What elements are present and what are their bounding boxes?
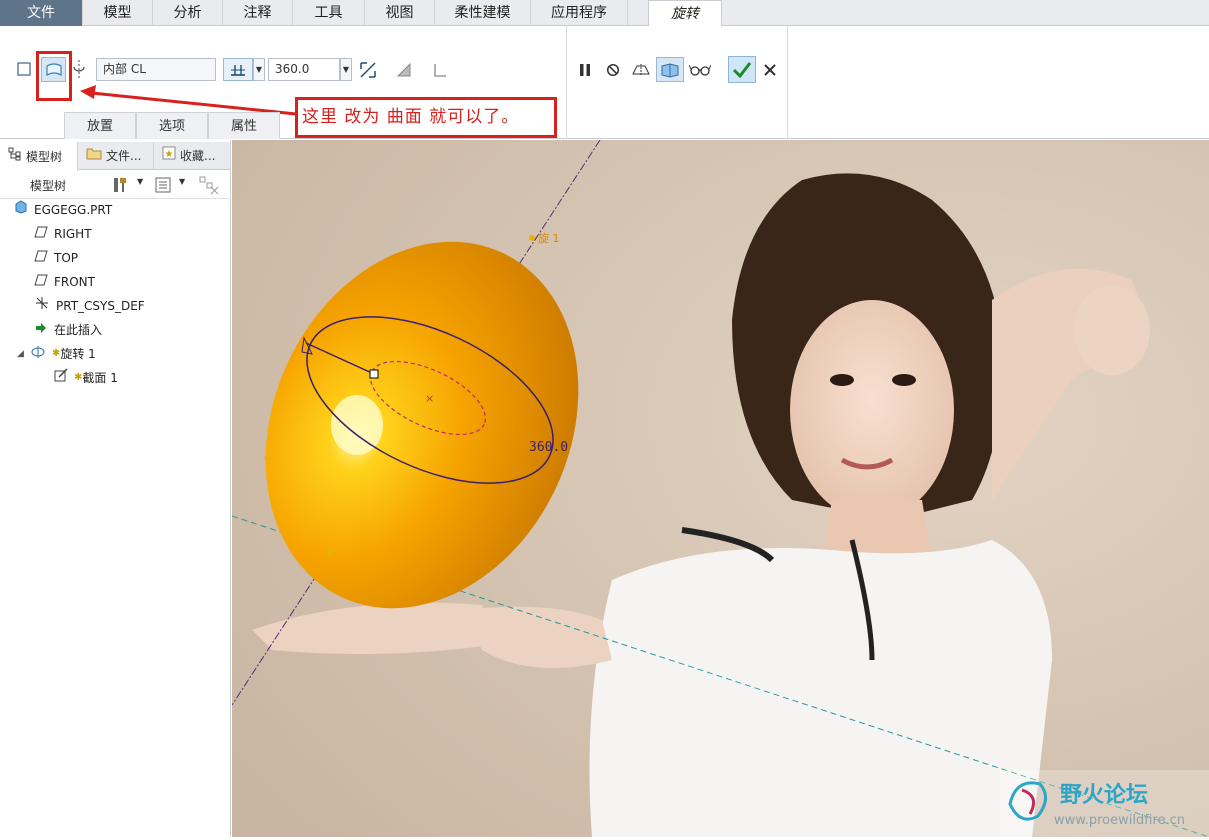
subtab-options[interactable]: 选项: [136, 112, 208, 139]
tree-root-part[interactable]: EGGEGG.PRT: [14, 199, 112, 221]
datum-plane-icon: [34, 247, 48, 269]
watermark-logo: 野火论坛 www.proewildfire.cn: [1000, 770, 1209, 837]
tree-item-label: TOP: [54, 251, 79, 265]
coordinate-system-icon: [34, 295, 50, 318]
no-preview-icon[interactable]: [604, 61, 622, 79]
tree-show-dropdown-arrow[interactable]: ▼: [179, 177, 185, 186]
axis-collector-field[interactable]: 内部 CL: [96, 58, 216, 81]
tree-item-right-plane[interactable]: RIGHT: [34, 223, 92, 245]
tree-item-label: 截面 1: [82, 371, 118, 385]
tab-favorites-label: 收藏...: [180, 149, 216, 163]
new-feature-star-icon: ✱: [74, 372, 83, 383]
part-icon: [14, 199, 28, 221]
variable-depth-icon[interactable]: [223, 58, 253, 81]
graphics-window[interactable]: × 360.0 旋 1: [232, 140, 1209, 837]
ok-checkmark-button[interactable]: [728, 56, 756, 83]
tree-item-front-plane[interactable]: FRONT: [34, 271, 95, 293]
depth-type-dropdown-arrow[interactable]: ▼: [253, 58, 265, 81]
watermark-graphic: 野火论坛 www.proewildfire.cn: [1000, 770, 1209, 837]
center-mark-icon: ×: [425, 392, 434, 405]
sketch-icon: [54, 367, 68, 389]
model-tree-icon: [8, 143, 22, 171]
tree-item-revolve[interactable]: ◢ ✱ 旋转 1: [17, 343, 96, 365]
new-feature-star-icon: ✱: [51, 348, 61, 359]
menu-bar: 文件 模型 分析 注释 工具 视图 柔性建模 应用程序 旋转: [0, 0, 1209, 27]
cancel-close-icon[interactable]: [760, 60, 780, 80]
angle-dropdown-arrow[interactable]: ▼: [340, 58, 352, 81]
angle-dimension-label[interactable]: 360.0: [529, 440, 568, 455]
subtab-placement[interactable]: 放置: [64, 112, 136, 139]
menu-tab-annotate[interactable]: 注释: [223, 0, 293, 26]
solid-icon[interactable]: [14, 59, 34, 79]
favorites-icon: ★: [162, 142, 176, 170]
tab-model-tree-label: 模型树: [26, 149, 63, 164]
menu-tab-analysis[interactable]: 分析: [153, 0, 223, 26]
revolve-ribbon: 内部 CL ▼ 360.0 ▼ 这里 改为 曲面 就可以了。 放置 选项 属性: [0, 26, 1209, 139]
viewport-scene: × 360.0 旋 1: [232, 140, 1209, 837]
tree-root-label: EGGEGG.PRT: [34, 203, 113, 217]
feature-preview-icon[interactable]: [656, 57, 684, 82]
watermark-url: www.proewildfire.cn: [1054, 813, 1185, 828]
tree-show-icon[interactable]: [154, 176, 172, 197]
flip-direction-icon[interactable]: [357, 58, 379, 82]
tree-item-section[interactable]: ✱ 截面 1: [54, 367, 118, 389]
menu-tab-file[interactable]: 文件: [0, 0, 83, 26]
tree-item-label: RIGHT: [54, 227, 92, 241]
navigator-panel: 模型树 文件... ★ 收藏... 模型树 ▼ ▼ EGGEGG.PRT RIG…: [0, 140, 231, 837]
vertex-point: [529, 235, 535, 241]
menu-tab-view[interactable]: 视图: [365, 0, 435, 26]
tab-folder-browser[interactable]: 文件...: [78, 142, 154, 170]
verify-glasses-icon[interactable]: [688, 59, 712, 81]
menu-tab-model[interactable]: 模型: [83, 0, 153, 26]
thicken-sketch-icon[interactable]: [429, 59, 451, 81]
remove-material-icon[interactable]: [393, 59, 415, 81]
datum-plane-icon: [34, 223, 48, 245]
angle-input[interactable]: 360.0: [268, 58, 340, 81]
subtab-properties[interactable]: 属性: [208, 112, 280, 139]
tab-folder-label: 文件...: [106, 149, 142, 163]
callout-highlight-box: [36, 51, 72, 101]
menu-tab-applications[interactable]: 应用程序: [531, 0, 628, 26]
datum-plane-icon: [34, 271, 48, 293]
tree-filter-icon[interactable]: [198, 175, 220, 198]
pause-icon[interactable]: [576, 61, 594, 79]
attached-preview-icon[interactable]: [630, 59, 652, 81]
expand-triangle-icon[interactable]: ◢: [17, 343, 24, 365]
model-tree-title: 模型树: [30, 179, 67, 193]
tree-item-label: 旋转 1: [60, 347, 96, 361]
tree-item-label: FRONT: [54, 275, 95, 289]
tree-item-csys[interactable]: PRT_CSYS_DEF: [34, 295, 145, 317]
watermark-title: 野火论坛: [1060, 782, 1148, 808]
tree-item-insert-here[interactable]: 在此插入: [34, 319, 102, 341]
menu-tab-revolve[interactable]: 旋转: [648, 0, 722, 27]
tree-item-top-plane[interactable]: TOP: [34, 247, 78, 269]
insert-arrow-icon: [34, 319, 48, 341]
tree-item-label: 在此插入: [54, 323, 103, 337]
vertex-point: [264, 455, 270, 461]
svg-text:★: ★: [165, 149, 174, 160]
vertex-point: [327, 549, 333, 555]
menu-tab-tools[interactable]: 工具: [293, 0, 365, 26]
tab-favorites[interactable]: ★ 收藏...: [154, 142, 231, 170]
model-tree-toolbar: 模型树 ▼ ▼: [0, 171, 231, 199]
menu-tab-flexible-modeling[interactable]: 柔性建模: [435, 0, 531, 26]
folder-icon: [86, 142, 102, 170]
callout-note: 这里 改为 曲面 就可以了。: [295, 97, 557, 138]
tree-settings-icon[interactable]: [111, 175, 131, 198]
navigator-tabs: 模型树 文件... ★ 收藏...: [0, 142, 231, 171]
revolve-feature-icon: [30, 343, 46, 365]
tab-model-tree[interactable]: 模型树: [0, 142, 78, 171]
drag-handle[interactable]: [369, 369, 379, 379]
tree-settings-dropdown-arrow[interactable]: ▼: [137, 177, 143, 186]
tree-item-label: PRT_CSYS_DEF: [56, 299, 145, 313]
point-label: 旋 1: [538, 231, 560, 245]
